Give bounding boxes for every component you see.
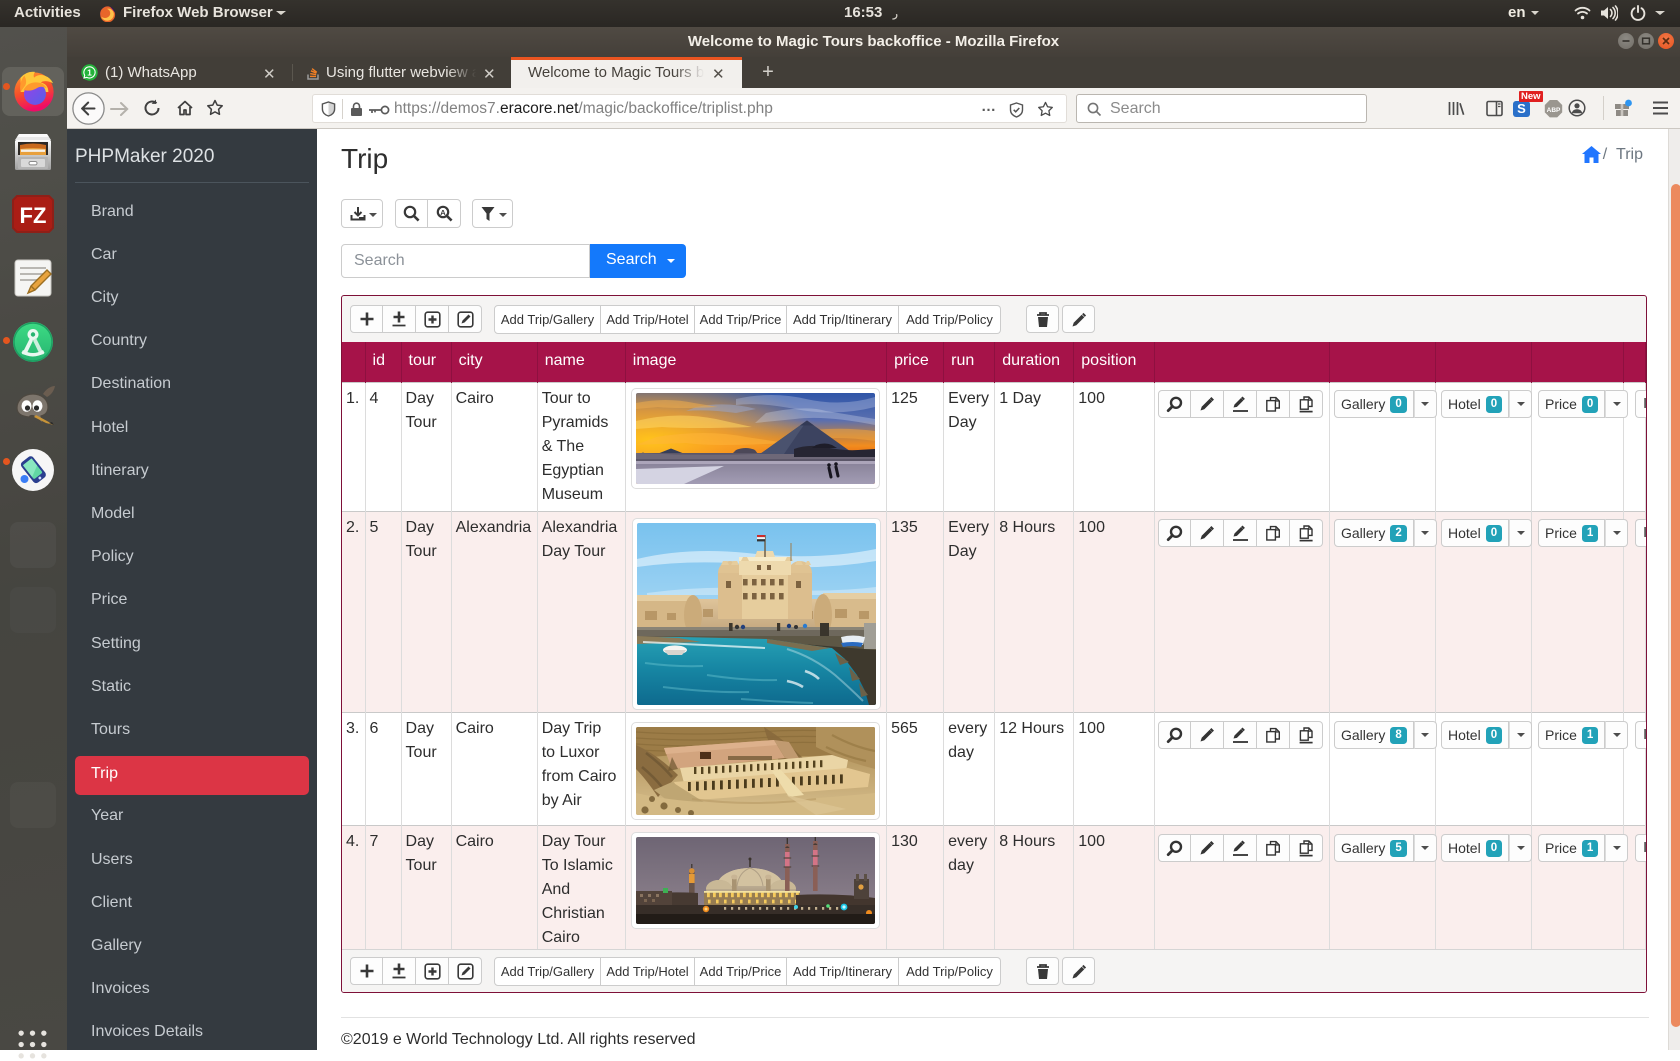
svg-text:A: A: [440, 208, 446, 217]
svg-text:FZ: FZ: [20, 203, 47, 228]
svg-text:ABP: ABP: [1547, 107, 1561, 114]
svg-text:1: 1: [87, 68, 92, 78]
